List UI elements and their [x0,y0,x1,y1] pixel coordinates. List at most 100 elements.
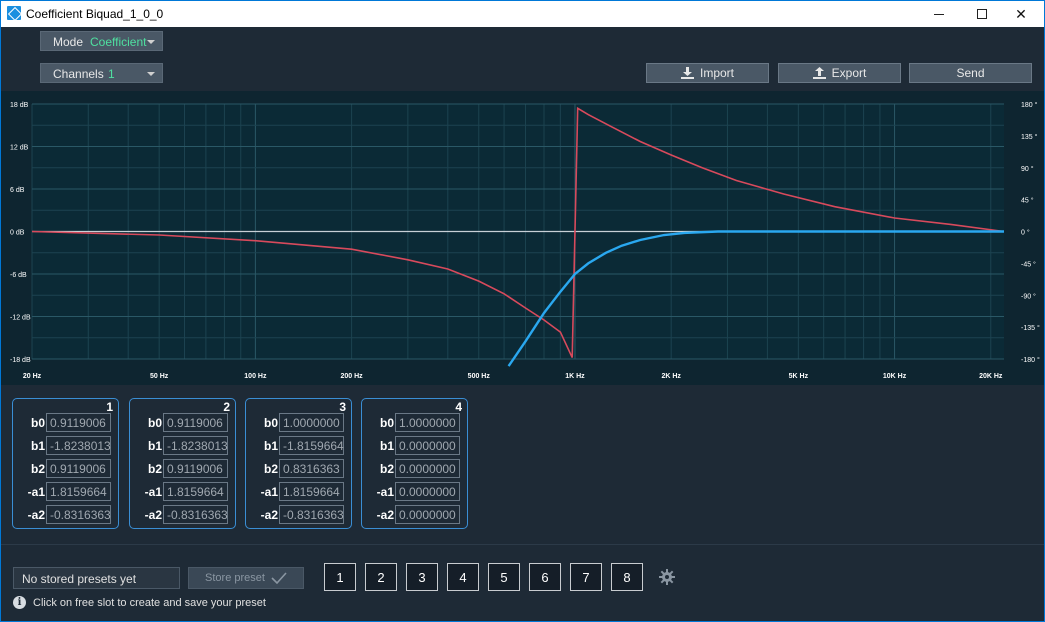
export-button[interactable]: Export [778,63,901,83]
coefficient-input[interactable]: 1.8159664 [163,482,228,501]
minimize-button[interactable] [916,1,962,27]
preset-slot-button[interactable]: 4 [447,563,479,591]
channels-dropdown[interactable]: Channels 1 [40,63,163,83]
title-bar: Coefficient Biquad_1_0_0 ✕ [1,1,1044,27]
y-left-tick-label: -12 dB [10,315,31,322]
coefficient-row: -a2 -0.8316363 [246,505,353,525]
coefficient-input[interactable]: 0.8316363 [279,459,344,478]
upload-icon [812,67,826,79]
chart-svg: 18 dB 12 dB 6 dB 0 dB -6 dB -12 dB -18 dB 180 °… [10,101,1040,380]
x-tick-label: 20 Hz [23,373,42,380]
coefficient-input[interactable]: 1.0000000 [279,413,344,432]
coefficient-card: 4 b0 1.0000000 b1 0.0000000 b2 0.0000000 -a1 0.0… [361,398,468,529]
gear-icon[interactable] [659,569,675,585]
coefficient-row: b2 0.0000000 [362,459,469,479]
close-button[interactable]: ✕ [998,1,1044,27]
coefficient-label: b1 [379,439,394,453]
card-number: 4 [455,400,462,414]
preset-slot-button[interactable]: 6 [529,563,561,591]
preset-slot-button[interactable]: 8 [611,563,643,591]
store-preset-button[interactable]: Store preset [188,567,304,589]
card-number: 1 [106,400,113,414]
coefficient-input[interactable]: -0.8316363 [46,505,111,524]
coefficient-input[interactable]: 1.8159664 [46,482,111,501]
chevron-down-icon [147,72,155,76]
coefficient-input[interactable]: 0.0000000 [395,505,460,524]
coefficient-input[interactable]: 0.9119006 [46,413,111,432]
channels-label: Channels [53,67,104,81]
chevron-down-icon [147,40,155,44]
coefficient-label: b1 [30,439,45,453]
coefficient-row: -a1 1.8159664 [13,482,120,502]
y-left-tick-label: -6 dB [10,272,27,279]
x-tick-label: 5K Hz [789,373,809,380]
mode-dropdown[interactable]: Mode Coefficient [40,31,163,51]
coefficient-input[interactable]: 0.9119006 [163,459,228,478]
coefficient-label: -a2 [260,508,278,522]
close-icon: ✕ [1015,5,1027,22]
coefficient-row: b0 1.0000000 [362,413,469,433]
y-left-tick-label: 18 dB [10,102,29,109]
card-number: 3 [339,400,346,414]
preset-slot-button[interactable]: 5 [488,563,520,591]
coefficient-row: -a2 0.0000000 [362,505,469,525]
y-right-tick-label: 135 ° [1021,133,1038,141]
coefficient-row: b1 0.0000000 [362,436,469,456]
coefficient-input[interactable]: -1.8159664 [279,436,344,455]
coefficient-input[interactable]: 0.0000000 [395,459,460,478]
coefficient-input[interactable]: -1.8238013 [163,436,228,455]
x-tick-label: 100 Hz [244,373,267,380]
send-button[interactable]: Send [909,63,1032,83]
coefficient-input[interactable]: 0.0000000 [395,436,460,455]
preset-slot-button[interactable]: 3 [406,563,438,591]
y-right-tick-label: -135 ° [1021,324,1040,332]
coefficient-label: b1 [147,439,162,453]
y-right-tick-label: -45 ° [1021,260,1036,268]
coefficient-input[interactable]: 1.8159664 [279,482,344,501]
export-label: Export [831,66,867,80]
coefficient-input[interactable]: 0.9119006 [46,459,111,478]
coefficient-label: b0 [379,416,394,430]
coefficient-label: b2 [379,462,394,476]
x-tick-label: 50 Hz [150,373,169,380]
coefficient-label: -a1 [144,485,162,499]
coefficient-row: b1 -1.8238013 [130,436,237,456]
preset-slot-button[interactable]: 7 [570,563,602,591]
coefficient-label: -a2 [376,508,394,522]
card-number: 2 [223,400,230,414]
coefficient-row: -a2 -0.8316363 [13,505,120,525]
coefficient-input[interactable]: 0.9119006 [163,413,228,432]
coefficient-label: -a1 [260,485,278,499]
coefficient-input[interactable]: 0.0000000 [395,482,460,501]
coefficient-row: b0 1.0000000 [246,413,353,433]
coefficient-input[interactable]: -0.8316363 [279,505,344,524]
window-title: Coefficient Biquad_1_0_0 [26,7,164,21]
frequency-response-chart: 18 dB 12 dB 6 dB 0 dB -6 dB -12 dB -18 dB 180 °… [1,91,1044,385]
coefficient-label: -a2 [144,508,162,522]
coefficient-row: -a1 1.8159664 [130,482,237,502]
mode-value: Coefficient [90,35,147,49]
app-window: Coefficient Biquad_1_0_0 ✕ Mode Coeffici… [1,1,1044,621]
coefficient-card: 1 b0 0.9119006 b1 -1.8238013 b2 0.9119006 -a1 1.… [12,398,119,529]
maximize-icon [977,9,987,19]
coefficient-label: b0 [263,416,278,430]
preset-slot-button[interactable]: 2 [365,563,397,591]
coefficient-row: b0 0.9119006 [130,413,237,433]
coefficient-label: -a1 [376,485,394,499]
coefficient-label: b2 [30,462,45,476]
coefficient-row: b1 -1.8238013 [13,436,120,456]
coefficient-input[interactable]: -0.8316363 [163,505,228,524]
coefficient-label: b0 [30,416,45,430]
import-button[interactable]: Import [646,63,769,83]
info-icon: i [13,596,26,609]
coefficient-input[interactable]: -1.8238013 [46,436,111,455]
coefficient-row: -a1 0.0000000 [362,482,469,502]
preset-slot-button[interactable]: 1 [324,563,356,591]
channels-value: 1 [108,67,115,81]
y-right-tick-label: 45 ° [1021,197,1034,205]
check-icon [271,572,287,584]
coefficient-input[interactable]: 1.0000000 [395,413,460,432]
preset-name-field[interactable]: No stored presets yet [13,567,180,589]
coefficient-label: b2 [263,462,278,476]
coefficient-row: b1 -1.8159664 [246,436,353,456]
